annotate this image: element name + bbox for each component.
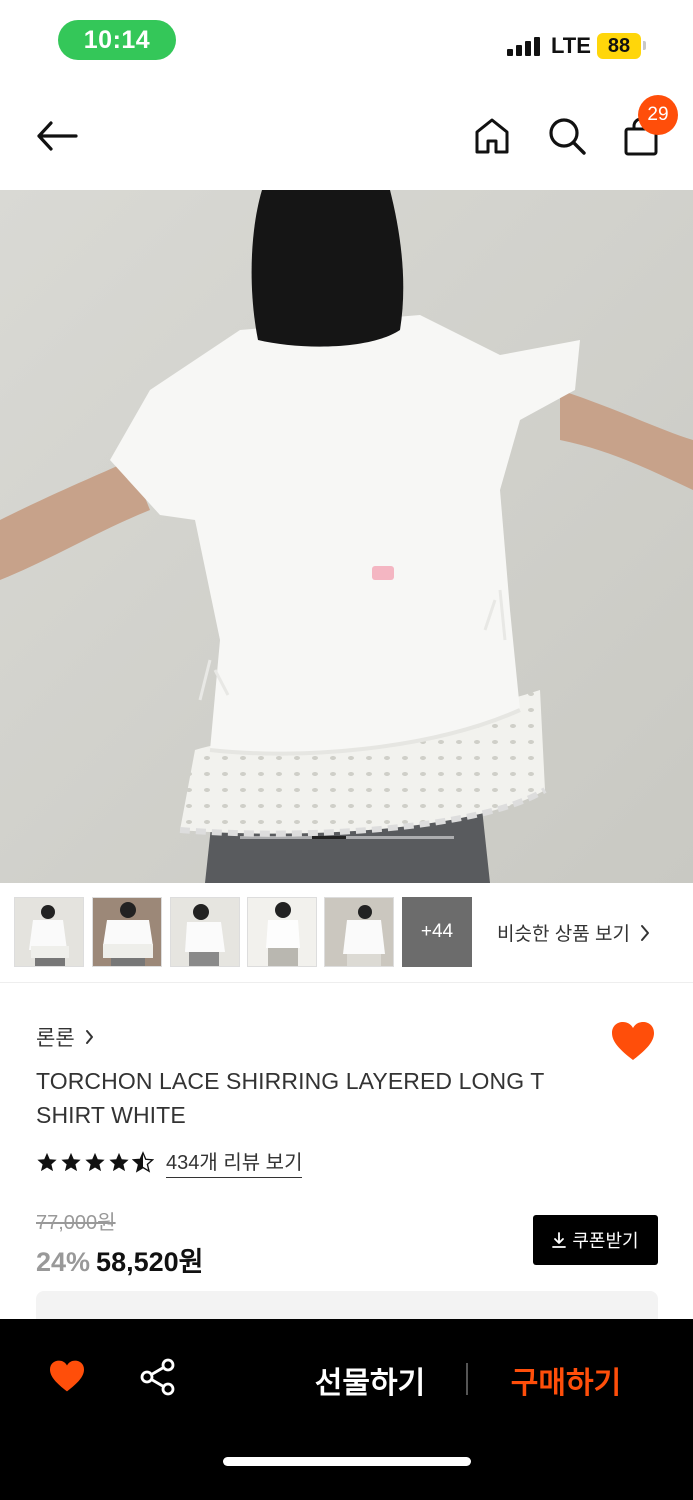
- thumbnail-2[interactable]: [92, 897, 162, 967]
- share-button[interactable]: [138, 1357, 180, 1399]
- coupon-download-button[interactable]: 쿠폰받기: [533, 1215, 658, 1265]
- thumbnail-strip: +44 비슷한 상품 보기: [0, 883, 693, 983]
- half-star-icon: [132, 1151, 154, 1173]
- download-icon: [552, 1232, 567, 1248]
- similar-products-link[interactable]: 비슷한 상품 보기: [497, 919, 650, 946]
- bottom-like-button[interactable]: [48, 1359, 88, 1399]
- status-time: 10:14: [58, 20, 176, 60]
- sale-price: 58,520원: [96, 1247, 204, 1277]
- wishlist-button[interactable]: [610, 1020, 656, 1062]
- action-divider: [466, 1363, 468, 1395]
- cart-count-badge: 29: [638, 95, 678, 135]
- thumbnail-1[interactable]: [14, 897, 84, 967]
- status-bar: 10:14 LTE 88: [0, 0, 693, 80]
- thumbnail-4[interactable]: [247, 897, 317, 967]
- star-icon: [37, 1152, 57, 1172]
- sale-price-row: 24% 58,520원: [36, 1240, 203, 1279]
- star-icon: [109, 1152, 129, 1172]
- heart-icon: [50, 1360, 84, 1392]
- home-indicator[interactable]: [223, 1457, 471, 1466]
- more-images-button[interactable]: +44: [402, 897, 472, 967]
- rating-row: 434개 리뷰 보기: [36, 1146, 303, 1178]
- heart-icon: [612, 1022, 654, 1060]
- network-type: LTE: [551, 33, 591, 58]
- arrow-left-icon: [37, 121, 78, 151]
- more-images-count: +44: [420, 921, 454, 942]
- coupon-label: 쿠폰받기: [572, 1231, 639, 1251]
- chevron-right-icon: [85, 1030, 93, 1044]
- thumbnail-3[interactable]: [170, 897, 240, 967]
- product-image-carousel[interactable]: [0, 190, 693, 883]
- search-icon: [549, 118, 586, 155]
- carousel-progress-track: [240, 836, 454, 839]
- buy-button[interactable]: 구매하기: [496, 1357, 636, 1403]
- similar-products-label: 비슷한 상품 보기: [497, 924, 630, 945]
- thumbnail-5[interactable]: [324, 897, 394, 967]
- brand-name: 론론: [36, 1027, 75, 1050]
- carousel-progress-active: [312, 836, 346, 839]
- gift-button[interactable]: 선물하기: [300, 1357, 440, 1403]
- search-button[interactable]: [545, 114, 589, 158]
- top-nav-bar: [0, 80, 693, 190]
- star-icon: [61, 1152, 81, 1172]
- product-photo: [0, 190, 693, 883]
- share-icon: [140, 1358, 175, 1396]
- star-icon: [85, 1152, 105, 1172]
- star-rating: [36, 1151, 154, 1173]
- battery-level: 88: [597, 33, 641, 59]
- product-title: TORCHON LACE SHIRRING LAYERED LONG T SHI…: [36, 1068, 545, 1128]
- bottom-action-bar: 선물하기 구매하기: [0, 1319, 693, 1500]
- reviews-link[interactable]: 434개 리뷰 보기: [166, 1146, 303, 1178]
- discount-rate: 24%: [36, 1247, 91, 1277]
- brand-link[interactable]: 론론: [36, 1022, 94, 1052]
- original-price: 77,000원: [36, 1212, 116, 1234]
- home-button[interactable]: [470, 114, 514, 158]
- signal-strength-icon: [507, 36, 540, 56]
- chevron-right-icon: [640, 924, 649, 941]
- battery-icon: [643, 41, 646, 50]
- back-button[interactable]: [30, 112, 84, 160]
- home-icon: [475, 118, 509, 154]
